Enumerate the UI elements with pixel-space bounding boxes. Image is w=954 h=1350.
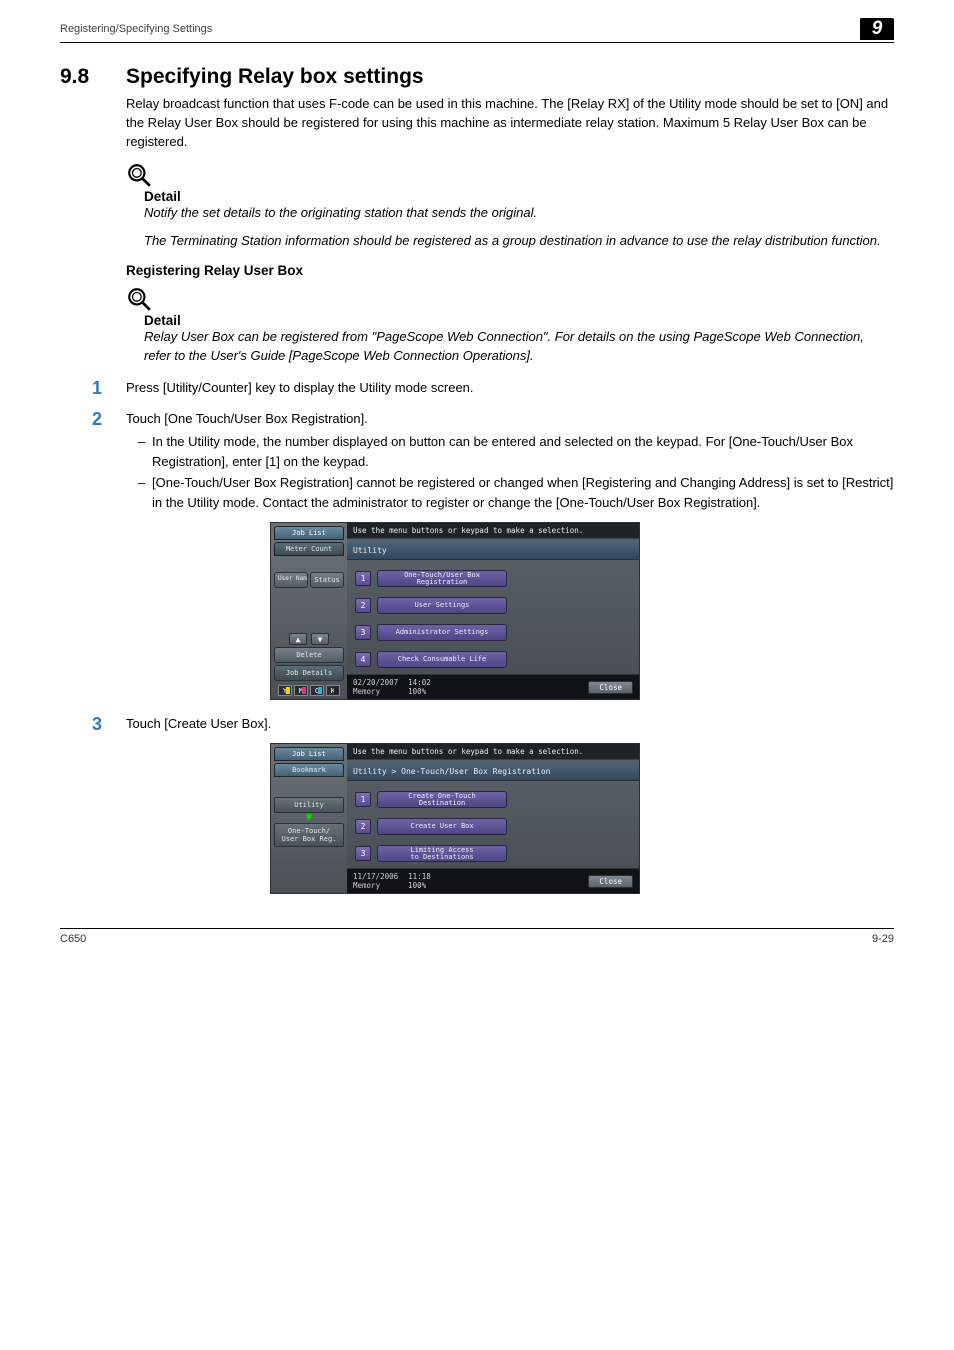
machine-screenshot-2: Job List Bookmark Utility ▼ One-Touch/ U…	[270, 743, 640, 894]
detail-text: Notify the set details to the originatin…	[144, 204, 894, 223]
bullet-dash: –	[126, 432, 152, 471]
menu-user-settings[interactable]: User Settings	[377, 597, 507, 614]
toner-levels: Y M C K	[274, 683, 344, 696]
page-footer: C650 9-29	[60, 928, 894, 945]
close-button[interactable]: Close	[588, 875, 633, 888]
close-button[interactable]: Close	[588, 681, 633, 694]
tree-arrow-icon: ▼	[274, 815, 344, 821]
toner-y: Y	[278, 685, 292, 696]
detail-text: The Terminating Station information shou…	[144, 232, 894, 251]
status-time: 11:18	[408, 872, 431, 881]
delete-button[interactable]: Delete	[274, 647, 344, 663]
menu-number: 2	[355, 598, 371, 613]
tab-job-list[interactable]: Job List	[274, 747, 344, 761]
status-memory-label: Memory	[353, 881, 398, 890]
section-intro: Relay broadcast function that uses F-cod…	[126, 95, 894, 152]
step-1: 1 Press [Utility/Counter] key to display…	[60, 378, 894, 399]
step-text: Touch [One Touch/User Box Registration].	[126, 409, 894, 429]
step-number: 1	[60, 378, 126, 399]
step-text: Touch [Create User Box].	[126, 714, 894, 735]
tree-one-touch[interactable]: One-Touch/ User Box Reg.	[274, 823, 344, 847]
section-number: 9.8	[60, 65, 126, 89]
status-memory-value: 100%	[408, 687, 431, 696]
menu-number: 3	[355, 846, 371, 861]
detail-heading: Detail	[144, 189, 894, 204]
running-title: Registering/Specifying Settings	[60, 23, 212, 35]
menu-create-user-box[interactable]: Create User Box	[377, 818, 507, 835]
status-date: 11/17/2006	[353, 872, 398, 881]
step-number: 3	[60, 714, 126, 735]
footer-model: C650	[60, 933, 86, 945]
machine-screenshot-1: Job List Meter Count User Name Status ▲ …	[270, 522, 640, 700]
menu-number: 3	[355, 625, 371, 640]
detail-block-1: Detail Notify the set details to the ori…	[126, 162, 894, 252]
menu-number: 1	[355, 792, 371, 807]
tab-bookmark[interactable]: Bookmark	[274, 763, 344, 777]
footer-page: 9-29	[872, 933, 894, 945]
menu-admin-settings[interactable]: Administrator Settings	[377, 624, 507, 641]
menu-check-consumable[interactable]: Check Consumable Life	[377, 651, 507, 668]
breadcrumb: Utility > One-Touch/User Box Registratio…	[347, 763, 639, 781]
section-title: Specifying Relay box settings	[126, 65, 424, 89]
tree-utility[interactable]: Utility	[274, 797, 344, 813]
menu-limiting-access[interactable]: Limiting Access to Destinations	[377, 845, 507, 862]
menu-number: 2	[355, 819, 371, 834]
magnifier-icon	[126, 286, 152, 312]
detail-text: Relay User Box can be registered from "P…	[144, 328, 894, 366]
toner-m: M	[294, 685, 308, 696]
status-time: 14:02	[408, 678, 431, 687]
job-details-button[interactable]: Job Details	[274, 665, 344, 681]
step-3: 3 Touch [Create User Box].	[60, 714, 894, 735]
bullet-text: In the Utility mode, the number displaye…	[152, 432, 894, 471]
menu-create-one-touch[interactable]: Create One-Touch Destination	[377, 791, 507, 808]
detail-block-2: Detail Relay User Box can be registered …	[126, 286, 894, 366]
status-button[interactable]: Status	[310, 572, 344, 588]
tab-job-list[interactable]: Job List	[274, 526, 344, 540]
menu-number: 4	[355, 652, 371, 667]
toner-k: K	[326, 685, 340, 696]
instruction-text: Use the menu buttons or keypad to make a…	[347, 744, 639, 760]
instruction-text: Use the menu buttons or keypad to make a…	[347, 523, 639, 539]
step-number: 2	[60, 409, 126, 515]
status-memory-label: Memory	[353, 687, 398, 696]
page-header: Registering/Specifying Settings 9	[60, 18, 894, 43]
menu-one-touch-registration[interactable]: One-Touch/User Box Registration	[377, 570, 507, 587]
status-memory-value: 100%	[408, 881, 431, 890]
toner-c: C	[310, 685, 324, 696]
step-2: 2 Touch [One Touch/User Box Registration…	[60, 409, 894, 515]
magnifier-icon	[126, 162, 152, 188]
tab-meter-count[interactable]: Meter Count	[274, 542, 344, 556]
user-name-label: User Name	[274, 572, 308, 588]
chapter-badge: 9	[860, 18, 894, 40]
detail-heading: Detail	[144, 313, 894, 328]
step-text: Press [Utility/Counter] key to display t…	[126, 378, 894, 399]
breadcrumb: Utility	[347, 542, 639, 560]
status-date: 02/20/2007	[353, 678, 398, 687]
menu-number: 1	[355, 571, 371, 586]
section-heading: 9.8 Specifying Relay box settings	[60, 65, 894, 89]
scroll-down-button[interactable]: ▼	[311, 633, 329, 645]
bullet-text: [One-Touch/User Box Registration] cannot…	[152, 473, 894, 512]
bullet-dash: –	[126, 473, 152, 512]
scroll-up-button[interactable]: ▲	[289, 633, 307, 645]
sub-heading: Registering Relay User Box	[126, 263, 894, 278]
